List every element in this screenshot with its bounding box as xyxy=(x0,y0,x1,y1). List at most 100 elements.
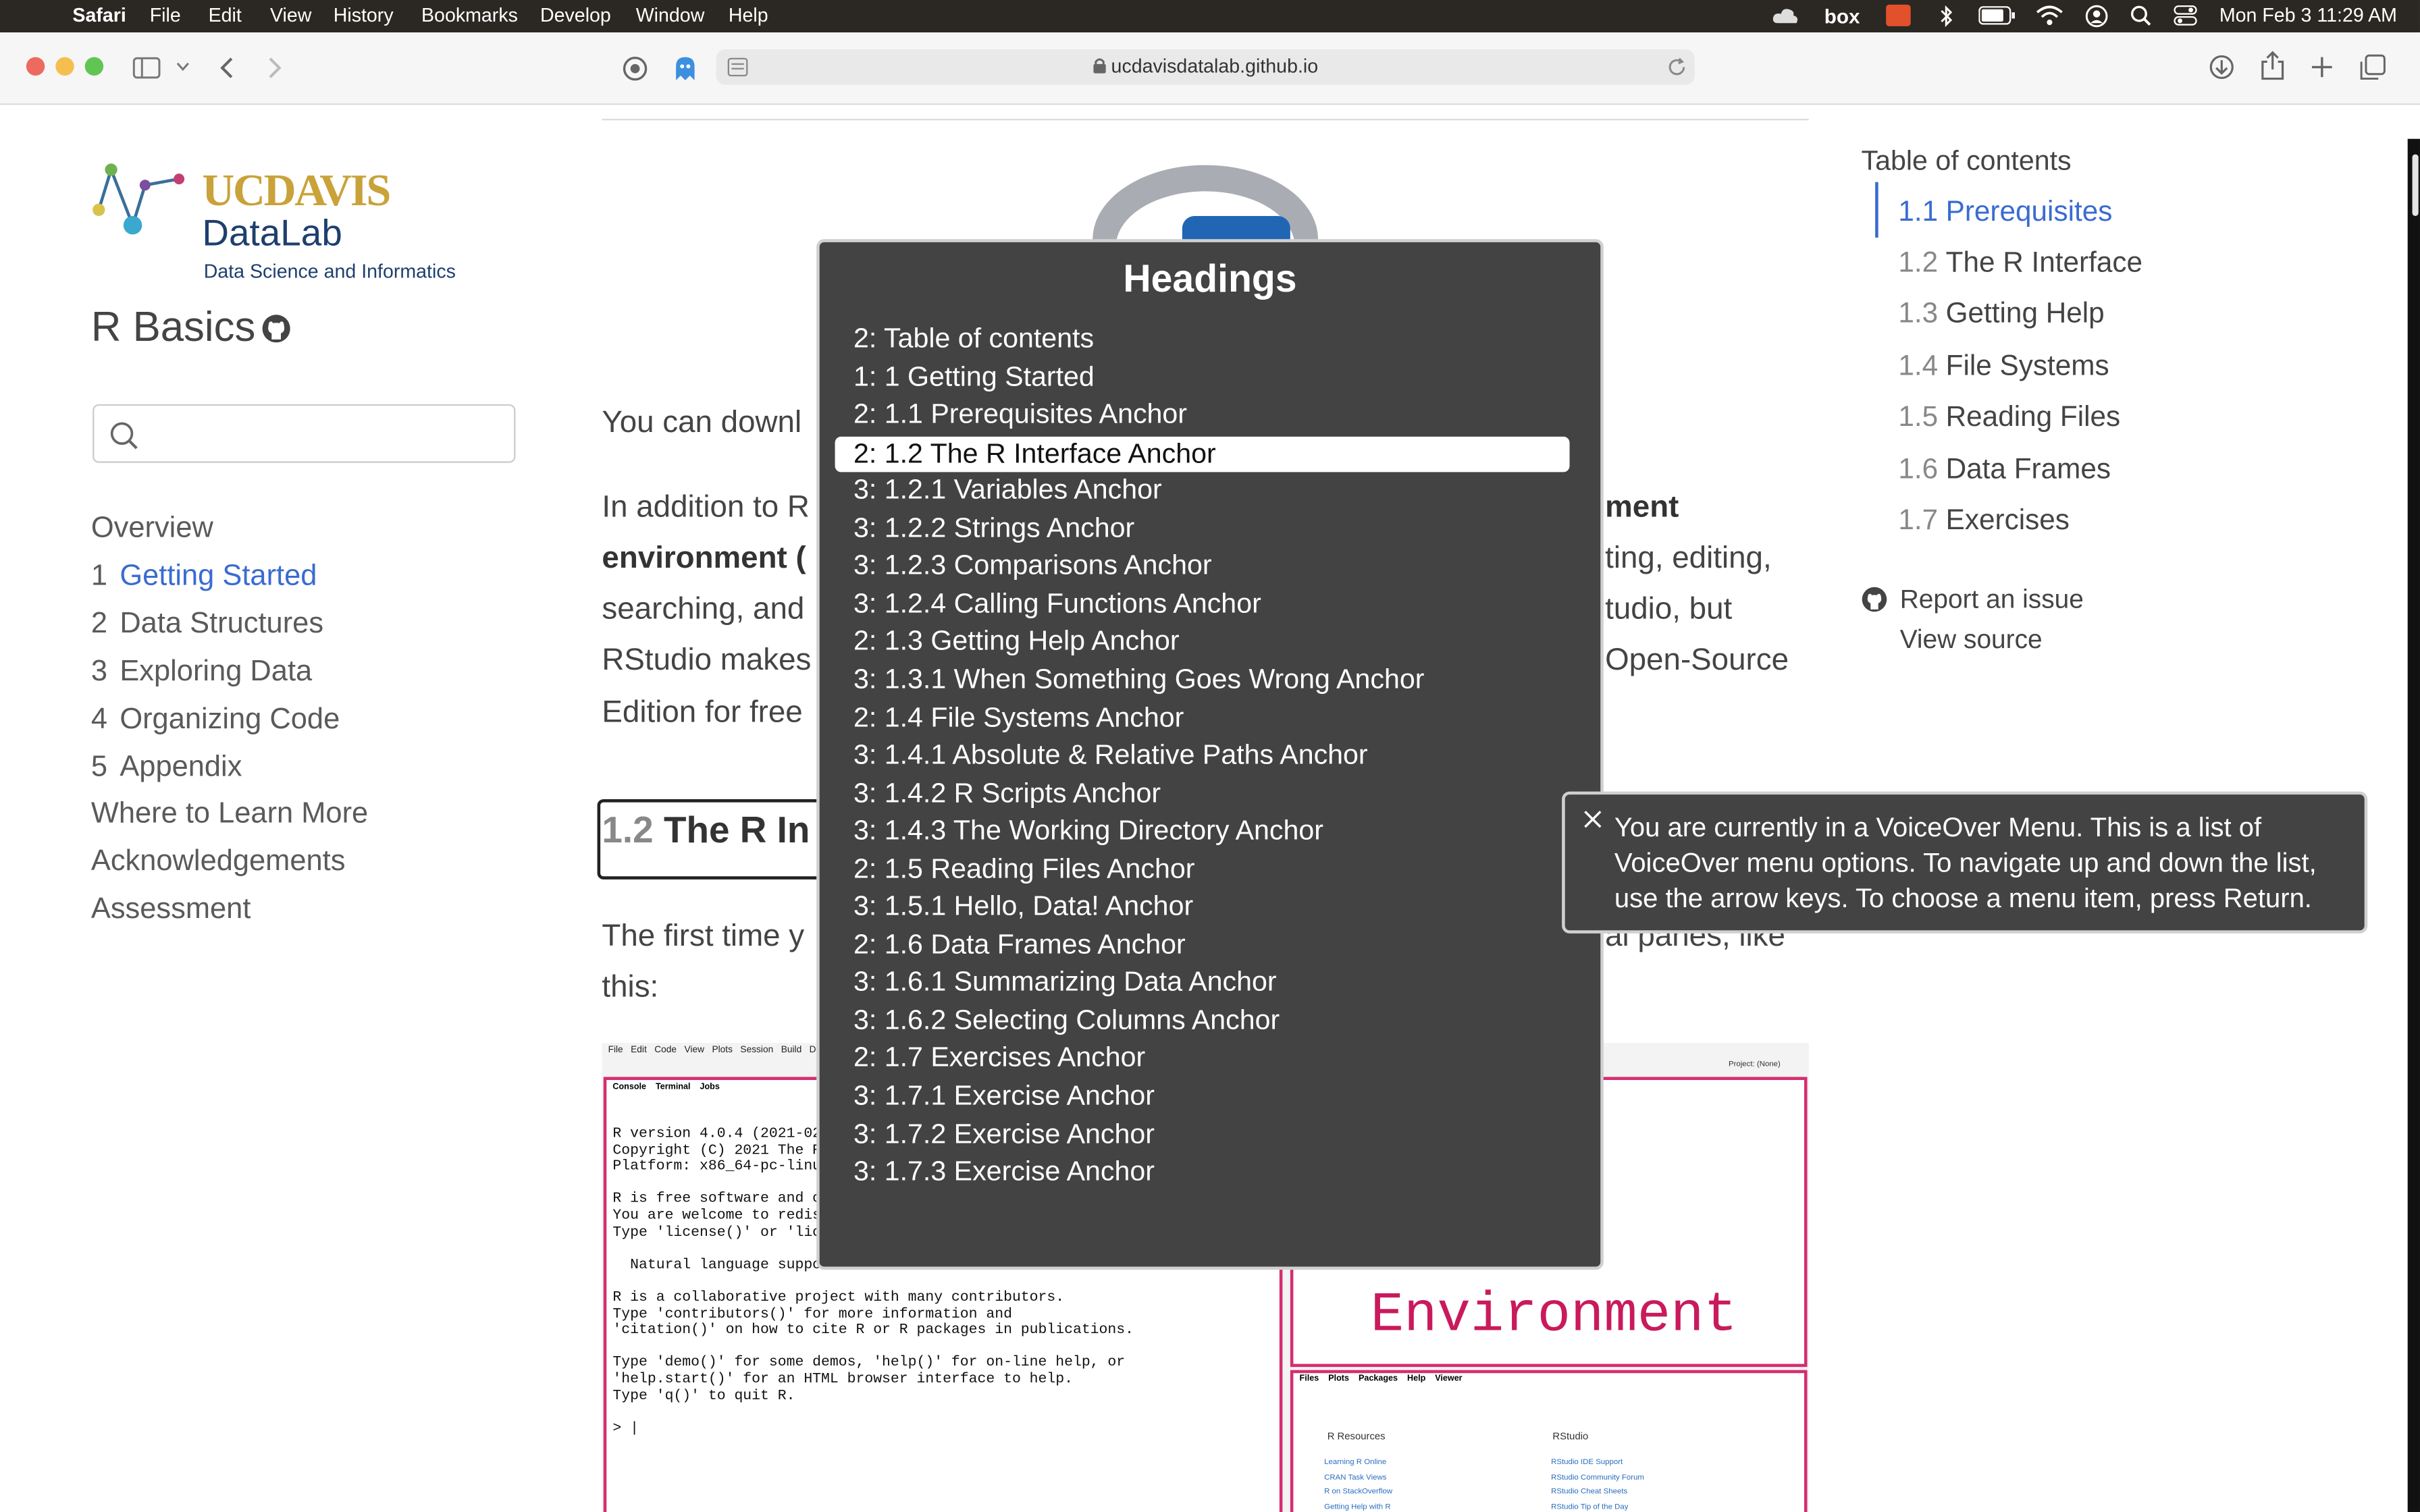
sidebar-item-organizing-code[interactable]: 4 Organizing Code xyxy=(91,703,340,737)
voiceover-menu-item[interactable]: 3: 1.3.1 When Something Goes Wrong Ancho… xyxy=(853,664,1424,696)
sidebar-item-appendix[interactable]: 5 Appendix xyxy=(91,751,242,785)
voiceover-menu-item[interactable]: 2: 1.7 Exercises Anchor xyxy=(853,1042,1145,1075)
cloud-icon[interactable] xyxy=(1772,6,1799,24)
link-cran-task-views[interactable]: CRAN Task Views xyxy=(1324,1471,1392,1486)
link-rstudio-ide-support[interactable]: RStudio IDE Support xyxy=(1551,1457,1644,1472)
voiceover-menu-item[interactable]: 3: 1.4.2 R Scripts Anchor xyxy=(853,777,1161,809)
control-center-icon[interactable] xyxy=(2173,5,2198,26)
link-rstudio-community-forum[interactable]: RStudio Community Forum xyxy=(1551,1471,1644,1486)
tab-files: Files xyxy=(1299,1374,1319,1384)
toc-label: Prerequisites xyxy=(1945,194,2113,227)
tab-console: Console xyxy=(612,1083,647,1093)
paragraph-ide-line2b: ting, editing, xyxy=(1605,541,1772,576)
voiceover-menu-item[interactable]: 3: 1.4.1 Absolute & Relative Paths Ancho… xyxy=(853,739,1368,772)
wifi-icon[interactable] xyxy=(2036,5,2063,26)
voiceover-menu-item[interactable]: 1: 1 Getting Started xyxy=(853,360,1095,393)
link-learning-r-online[interactable]: Learning R Online xyxy=(1324,1457,1392,1472)
toc-item-prerequisites[interactable]: 1.1 Prerequisites xyxy=(1898,194,2112,228)
extension-ghost-icon[interactable] xyxy=(675,55,696,82)
downloads-icon[interactable] xyxy=(2209,54,2235,80)
voiceover-menu-item[interactable]: 3: 1.7.1 Exercise Anchor xyxy=(853,1080,1155,1112)
paragraph-panes-line1a: The first time y xyxy=(602,919,805,954)
voiceover-menu-item[interactable]: 2: 1.4 File Systems Anchor xyxy=(853,701,1184,734)
share-icon[interactable] xyxy=(2261,51,2284,80)
view-source-link[interactable]: View source xyxy=(1900,625,2043,656)
console-line: Type 'contributors()' for more informati… xyxy=(612,1304,1012,1322)
user-account-icon[interactable] xyxy=(2085,5,2108,28)
voiceover-hint-popup: You are currently in a VoiceOver Menu. T… xyxy=(1562,791,2368,934)
nav-label: Appendix xyxy=(120,751,242,784)
privacy-report-icon[interactable] xyxy=(622,55,648,82)
box-icon[interactable]: box xyxy=(1824,5,1860,28)
nav-label: Getting Started xyxy=(120,560,317,593)
address-bar[interactable]: ucdavisdatalab.github.io xyxy=(716,49,1695,85)
toc-item-exercises[interactable]: 1.7 Exercises xyxy=(1898,503,2070,537)
menu-window[interactable]: Window xyxy=(636,5,705,26)
nav-num: 1 xyxy=(90,560,108,593)
toc-item-the-r-interface[interactable]: 1.2 The R Interface xyxy=(1898,245,2142,279)
close-window-button[interactable] xyxy=(26,57,45,76)
sidebar-item-data-structures[interactable]: 2 Data Structures xyxy=(91,608,323,642)
bluetooth-icon[interactable] xyxy=(1939,5,1954,28)
toc-item-getting-help[interactable]: 1.3 Getting Help xyxy=(1898,296,2104,330)
paragraph-ide-line3b: tudio, but xyxy=(1605,592,1733,626)
sidebar-item-getting-started[interactable]: 1 Getting Started xyxy=(91,560,317,594)
voiceover-menu-item[interactable]: 2: 1.1 Prerequisites Anchor xyxy=(853,398,1187,431)
rs-menu-view: View xyxy=(684,1046,704,1056)
nav-label: Where to Learn More xyxy=(90,797,369,830)
toc-label: Getting Help xyxy=(1945,296,2105,329)
sidebar-item-exploring-data[interactable]: 3 Exploring Data xyxy=(91,655,312,689)
sidebar-item-where-to-learn-more[interactable]: Where to Learn More xyxy=(91,798,368,832)
voiceover-menu-item[interactable]: 2: 1.5 Reading Files Anchor xyxy=(853,853,1194,885)
sidebar-item-overview[interactable]: Overview xyxy=(91,512,213,546)
spotlight-search-icon[interactable] xyxy=(2130,5,2151,26)
menu-develop[interactable]: Develop xyxy=(540,5,611,26)
voiceover-menu-item[interactable]: 3: 1.2.1 Variables Anchor xyxy=(853,474,1162,506)
voiceover-menu-item[interactable]: 3: 1.4.3 The Working Directory Anchor xyxy=(853,815,1323,847)
console-tabs: Console Terminal Jobs xyxy=(612,1083,719,1093)
reload-icon[interactable] xyxy=(1667,57,1687,78)
voiceover-menu-item[interactable]: 3: 1.2.2 Strings Anchor xyxy=(853,512,1134,544)
close-icon[interactable] xyxy=(1583,810,1602,828)
report-issue-link[interactable]: Report an issue xyxy=(1900,585,2084,616)
page-scrollbar-track[interactable] xyxy=(2407,138,2420,1512)
voiceover-menu-item[interactable]: 3: 1.5.1 Hello, Data! Anchor xyxy=(853,890,1193,923)
sidebar-item-acknowledgements[interactable]: Acknowledgements xyxy=(91,846,346,880)
voiceover-menu-item[interactable]: 3: 1.7.2 Exercise Anchor xyxy=(853,1118,1155,1150)
toc-label: File Systems xyxy=(1945,348,2109,381)
voiceover-menu-item[interactable]: 3: 1.7.3 Exercise Anchor xyxy=(853,1156,1155,1188)
toc-num: 1.4 xyxy=(1898,348,1939,381)
section-heading-1-2[interactable]: 1.2 The R In xyxy=(602,810,810,853)
tab-overview-icon[interactable] xyxy=(2360,54,2386,80)
voiceover-menu-item[interactable]: 3: 1.2.3 Comparisons Anchor xyxy=(853,549,1212,582)
link-rstudio-cheat-sheets[interactable]: RStudio Cheat Sheets xyxy=(1551,1486,1644,1501)
minimize-window-button[interactable] xyxy=(55,57,74,76)
voiceover-menu-item[interactable]: 3: 1.6.1 Summarizing Data Anchor xyxy=(853,967,1277,999)
r-resources-heading: R Resources xyxy=(1327,1432,1386,1443)
page-scrollbar-thumb[interactable] xyxy=(2412,154,2419,216)
menu-help[interactable]: Help xyxy=(729,5,768,26)
menubar-clock[interactable]: Mon Feb 3 11:29 AM xyxy=(2219,5,2397,26)
tab-help: Help xyxy=(1407,1374,1426,1384)
link-rstudio-tip-of-the-day[interactable]: RStudio Tip of the Day xyxy=(1551,1501,1644,1512)
voiceover-menu-item[interactable]: 3: 1.6.2 Selecting Columns Anchor xyxy=(853,1004,1280,1037)
console-line: 'citation()' on how to cite R or R packa… xyxy=(612,1320,1134,1338)
link-r-on-stackoverflow[interactable]: R on StackOverflow xyxy=(1324,1486,1392,1501)
app-status-icon[interactable] xyxy=(1886,4,1911,26)
toc-item-file-systems[interactable]: 1.4 File Systems xyxy=(1898,349,2109,383)
nav-label: Overview xyxy=(90,512,213,545)
voiceover-menu-item[interactable]: 3: 1.2.4 Calling Functions Anchor xyxy=(853,587,1261,620)
voiceover-menu-item[interactable]: 2: Table of contents xyxy=(853,323,1094,355)
battery-icon[interactable] xyxy=(1978,6,2016,25)
voiceover-menu-item[interactable]: 2: 1.6 Data Frames Anchor xyxy=(853,929,1186,961)
toc-item-reading-files[interactable]: 1.5 Reading Files xyxy=(1898,400,2120,433)
toc-label: Data Frames xyxy=(1945,452,2111,485)
link-getting-help-with-r[interactable]: Getting Help with R xyxy=(1324,1501,1392,1512)
rs-menu-file: File xyxy=(608,1046,623,1056)
voiceover-menu-item-selected[interactable]: 2: 1.2 The R Interface Anchor xyxy=(835,436,1570,472)
voiceover-menu-item[interactable]: 2: 1.3 Getting Help Anchor xyxy=(853,626,1180,658)
sidebar-item-assessment[interactable]: Assessment xyxy=(91,893,251,927)
new-tab-icon[interactable] xyxy=(2311,55,2334,78)
toc-item-data-frames[interactable]: 1.6 Data Frames xyxy=(1898,452,2111,486)
